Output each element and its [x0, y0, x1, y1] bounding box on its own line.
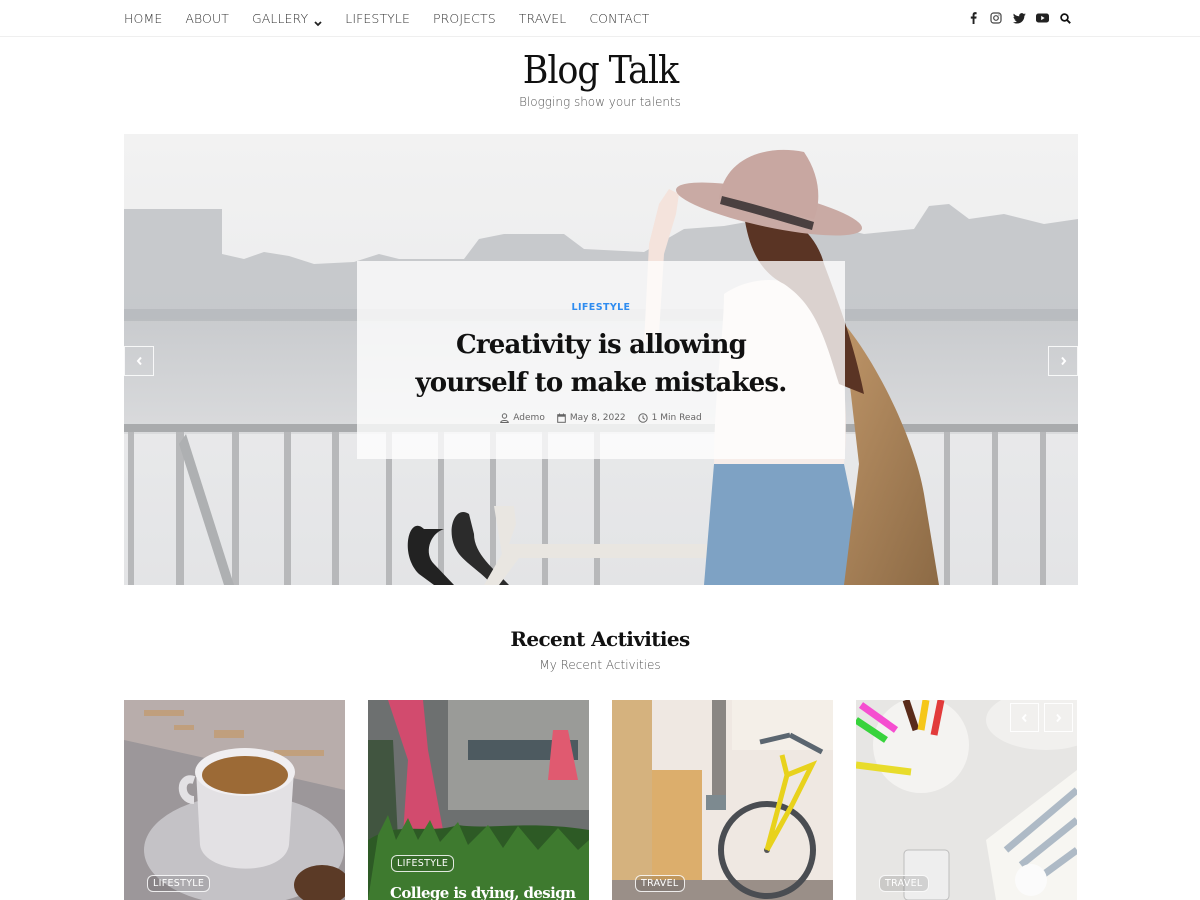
card-category-badge[interactable]: TRAVEL [635, 875, 685, 892]
author-name: Ademo [513, 413, 545, 423]
nav-item-label: TRAVEL [518, 10, 567, 26]
nav-item-label: LIFESTYLE [345, 10, 410, 26]
card-image [124, 700, 345, 900]
nav-item-home[interactable]: HOME [124, 11, 162, 26]
activity-card[interactable]: TRAVEL [856, 700, 1077, 900]
nav-item-gallery[interactable]: GALLERY [251, 10, 322, 27]
nav-item-label: PROJECTS [432, 10, 496, 26]
activity-card[interactable]: TRAVEL [612, 700, 833, 900]
nav-item-contact[interactable]: CONTACT [589, 11, 649, 26]
instagram-icon[interactable] [989, 11, 1003, 25]
site-branding: Blog Talk Blogging show your talents [0, 46, 1200, 109]
site-tagline: Blogging show your talents [519, 95, 681, 109]
chevron-right-icon [1056, 713, 1062, 722]
nav-item-label: GALLERY [251, 10, 309, 26]
recent-activities-grid: LIFESTYLE LIFESTYLE College is dying, de… [124, 700, 1078, 900]
nav-item-label: HOME [124, 10, 163, 26]
chevron-down-icon [314, 15, 322, 27]
card-category-badge[interactable]: TRAVEL [879, 875, 929, 892]
recent-activities-header: Recent Activities My Recent Activities [0, 624, 1200, 672]
nav-item-label: CONTACT [589, 10, 650, 26]
chevron-left-icon [136, 356, 142, 366]
card-category-badge[interactable]: LIFESTYLE [391, 855, 455, 872]
hero-post-title[interactable]: Creativity is allowing yourself to make … [357, 326, 845, 402]
nav-item-label: ABOUT [185, 10, 229, 26]
section-title: Recent Activities [510, 627, 690, 651]
nav-item-about[interactable]: ABOUT [185, 11, 229, 26]
card-title[interactable]: College is dying, design [390, 884, 576, 900]
slider-next-button[interactable] [1048, 346, 1078, 376]
top-navigation-bar: HOME ABOUT GALLERY LIFESTYLE PROJECTS TR… [0, 0, 1200, 37]
nav-item-lifestyle[interactable]: LIFESTYLE [345, 11, 410, 26]
chevron-left-icon [1021, 713, 1027, 722]
post-date: May 8, 2022 [569, 413, 626, 423]
card-mini-slider-controls [1005, 703, 1073, 732]
user-icon [500, 413, 510, 423]
hero-category-link[interactable]: LIFESTYLE [572, 302, 631, 313]
meta-author[interactable]: Ademo [500, 413, 545, 423]
facebook-icon[interactable] [966, 11, 980, 25]
section-subtitle: My Recent Activities [539, 658, 661, 672]
meta-date[interactable]: May 8, 2022 [557, 413, 626, 423]
card-next-button[interactable] [1044, 703, 1073, 732]
read-time: 1 Min Read [651, 413, 702, 423]
hero-caption-card: LIFESTYLE Creativity is allowing yoursel… [357, 261, 845, 459]
clock-icon [637, 413, 648, 423]
nav-item-projects[interactable]: PROJECTS [433, 11, 496, 26]
main-menu: HOME ABOUT GALLERY LIFESTYLE PROJECTS TR… [124, 0, 672, 36]
activity-card[interactable]: LIFESTYLE [124, 700, 345, 900]
calendar-icon [557, 413, 566, 423]
social-links [957, 0, 1072, 36]
nav-item-travel[interactable]: TRAVEL [519, 11, 567, 26]
youtube-icon[interactable] [1035, 11, 1049, 25]
card-image [612, 700, 833, 900]
search-icon[interactable] [1058, 11, 1072, 25]
slider-prev-button[interactable] [124, 346, 154, 376]
hero-slider: LIFESTYLE Creativity is allowing yoursel… [124, 134, 1078, 585]
card-prev-button[interactable] [1010, 703, 1039, 732]
twitter-icon[interactable] [1012, 11, 1026, 25]
activity-card[interactable]: LIFESTYLE College is dying, design [368, 700, 589, 900]
chevron-right-icon [1060, 356, 1066, 366]
meta-read-time: 1 Min Read [637, 413, 702, 423]
card-category-badge[interactable]: LIFESTYLE [147, 875, 211, 892]
hero-post-meta: Ademo May 8, 2022 1 Min Read [357, 413, 845, 423]
site-title[interactable]: Blog Talk [522, 46, 678, 94]
